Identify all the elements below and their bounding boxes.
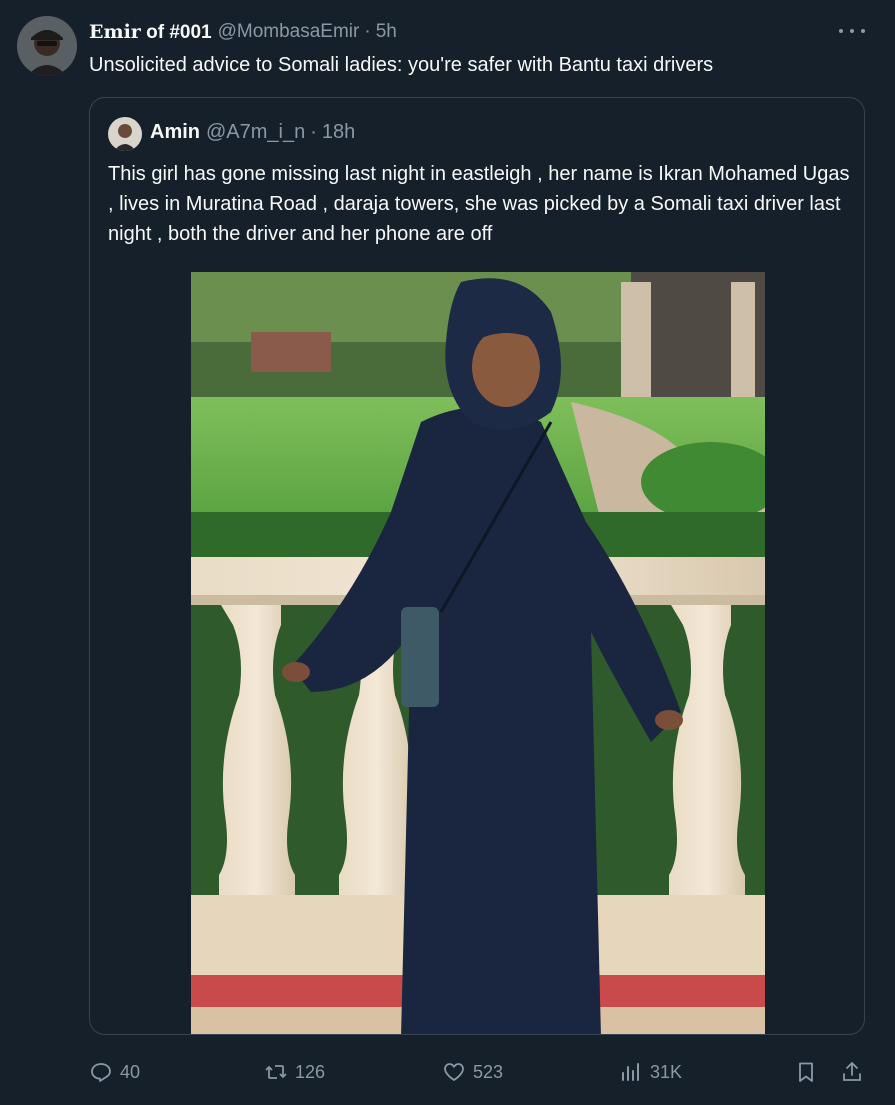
heart-icon bbox=[444, 1063, 464, 1081]
quoted-timestamp[interactable]: 18h bbox=[322, 121, 355, 144]
quoted-author-avatar[interactable] bbox=[108, 117, 142, 151]
tweet: Emir of #001 @MombasaEmir · 5h Unsolicit… bbox=[0, 0, 895, 1105]
views-chart-icon bbox=[622, 1063, 639, 1081]
author-handle[interactable]: @MombasaEmir bbox=[218, 21, 360, 43]
share-button[interactable] bbox=[840, 1055, 864, 1089]
share-icon bbox=[843, 1062, 861, 1081]
author-avatar[interactable] bbox=[17, 16, 77, 76]
like-button[interactable]: 523 bbox=[442, 1055, 503, 1089]
quoted-tweet-header: Amin @A7m_i_n · 18h bbox=[150, 121, 355, 144]
views-button[interactable]: 31K bbox=[619, 1055, 682, 1089]
author-display-name[interactable]: Emir of #001 bbox=[89, 21, 212, 44]
tweet-actions: 40 126 523 31K bbox=[89, 1055, 869, 1089]
views-count: 31K bbox=[650, 1061, 683, 1082]
separator-dot: · bbox=[310, 121, 317, 143]
reply-count: 40 bbox=[120, 1061, 141, 1082]
quoted-tweet-photo[interactable] bbox=[191, 272, 765, 1034]
retweet-button[interactable]: 126 bbox=[264, 1055, 325, 1089]
tweet-header: Emir of #001 @MombasaEmir · 5h bbox=[89, 20, 397, 44]
reply-icon bbox=[91, 1063, 111, 1082]
quoted-author-name[interactable]: Amin bbox=[150, 121, 200, 144]
tweet-text: Unsolicited advice to Somali ladies: you… bbox=[89, 54, 714, 76]
more-horizontal-icon bbox=[839, 29, 843, 33]
retweet-count: 126 bbox=[295, 1061, 326, 1082]
more-options-button[interactable] bbox=[839, 22, 865, 40]
quoted-author-handle[interactable]: @A7m_i_n bbox=[206, 121, 305, 144]
tweet-timestamp[interactable]: 5h bbox=[376, 21, 397, 43]
quoted-tweet[interactable]: Amin @A7m_i_n · 18h This girl has gone m… bbox=[89, 97, 865, 1035]
reply-button[interactable]: 40 bbox=[89, 1055, 140, 1089]
retweet-icon bbox=[265, 1065, 287, 1079]
like-count: 523 bbox=[473, 1061, 504, 1082]
quoted-tweet-text: This girl has gone missing last night in… bbox=[108, 163, 850, 245]
bookmark-icon bbox=[799, 1062, 813, 1082]
bookmark-button[interactable] bbox=[794, 1055, 818, 1089]
separator-dot: · bbox=[364, 21, 371, 42]
